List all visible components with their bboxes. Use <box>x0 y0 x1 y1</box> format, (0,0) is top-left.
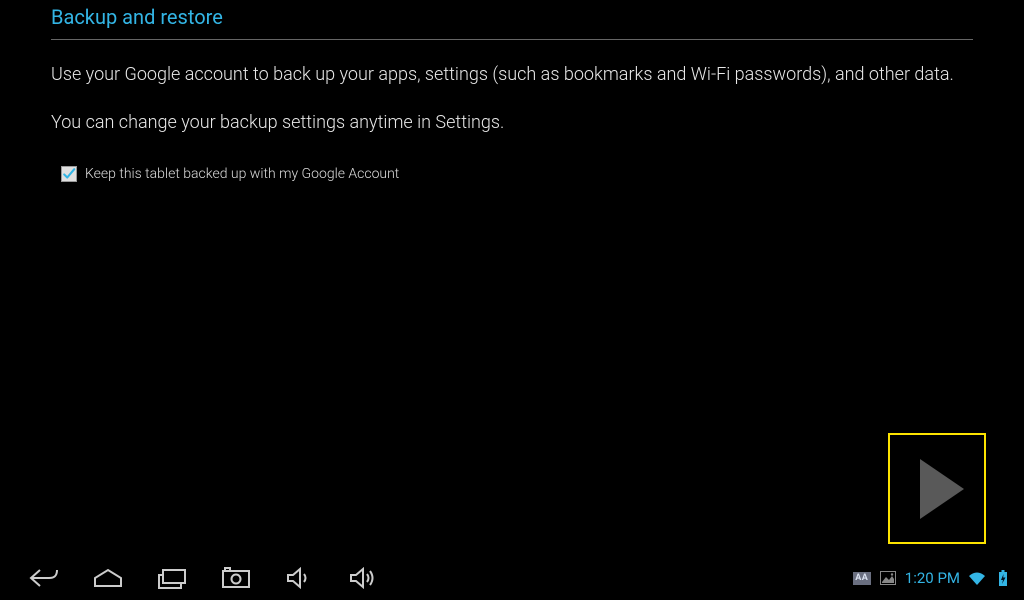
keyboard-notification-icon[interactable]: AA <box>853 572 871 585</box>
image-notification-icon[interactable] <box>879 569 897 587</box>
recent-apps-button[interactable] <box>156 566 188 590</box>
backup-checkbox-row[interactable]: Keep this tablet backed up with my Googl… <box>61 166 973 182</box>
status-clock[interactable]: 1:20 PM <box>905 569 960 587</box>
next-button[interactable] <box>888 433 986 544</box>
screenshot-button[interactable] <box>220 566 252 590</box>
description-line-2: You can change your backup settings anyt… <box>51 110 973 136</box>
wifi-icon <box>968 569 986 587</box>
checkmark-icon <box>62 166 76 182</box>
title-divider <box>51 39 973 40</box>
home-button[interactable] <box>92 566 124 590</box>
volume-up-button[interactable] <box>348 566 380 590</box>
volume-down-button[interactable] <box>284 566 316 590</box>
recent-apps-icon <box>158 567 186 589</box>
home-icon <box>93 568 123 588</box>
back-button[interactable] <box>28 566 60 590</box>
description-line-1: Use your Google account to back up your … <box>51 62 973 88</box>
back-icon <box>28 567 60 589</box>
volume-up-icon <box>349 567 379 589</box>
backup-checkbox[interactable] <box>61 166 77 182</box>
backup-checkbox-label: Keep this tablet backed up with my Googl… <box>85 166 399 182</box>
page-title: Backup and restore <box>51 5 973 39</box>
volume-down-icon <box>286 567 314 589</box>
play-icon <box>920 459 964 519</box>
system-navbar: AA 1:20 PM <box>0 556 1024 600</box>
camera-icon <box>221 567 251 589</box>
battery-charging-icon <box>994 569 1012 587</box>
